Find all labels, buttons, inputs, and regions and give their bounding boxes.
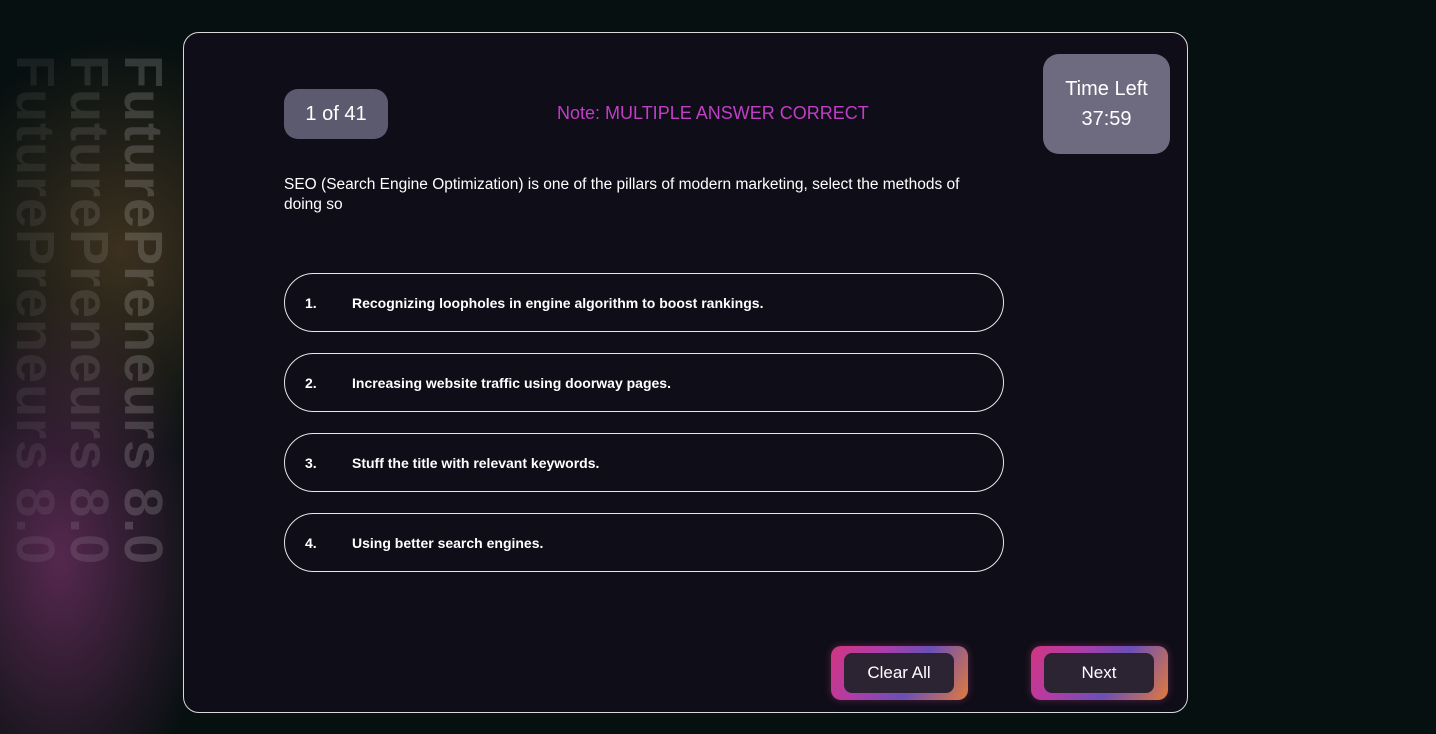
time-left-value: 37:59 xyxy=(1081,108,1132,130)
clear-all-button[interactable]: Clear All xyxy=(831,646,968,700)
option-number: 1. xyxy=(305,294,317,311)
answer-option-1[interactable]: 1. Recognizing loopholes in engine algor… xyxy=(284,273,1004,332)
option-number: 2. xyxy=(305,374,317,391)
answer-option-4[interactable]: 4. Using better search engines. xyxy=(284,513,1004,572)
quiz-card: 1 of 41 Note: MULTIPLE ANSWER CORRECT Ti… xyxy=(183,32,1188,713)
question-text: SEO (Search Engine Optimization) is one … xyxy=(284,176,960,213)
answer-option-2[interactable]: 2. Increasing website traffic using door… xyxy=(284,353,1004,412)
next-button[interactable]: Next xyxy=(1031,646,1168,700)
page-background: FuturePreneurs 8.0 FuturePreneurs 8.0 Fu… xyxy=(0,0,1436,734)
option-text: Increasing website traffic using doorway… xyxy=(352,374,671,391)
question-counter: 1 of 41 xyxy=(284,89,388,139)
watermark-text: FuturePreneurs 8.0 xyxy=(113,55,173,566)
watermark-text: FuturePreneurs 8.0 xyxy=(5,55,65,566)
time-left-panel: Time Left 37:59 xyxy=(1043,54,1170,154)
option-text: Stuff the title with relevant keywords. xyxy=(352,454,600,471)
option-text: Using better search engines. xyxy=(352,534,544,551)
option-text: Recognizing loopholes in engine algorith… xyxy=(352,294,764,311)
option-number: 4. xyxy=(305,534,317,551)
clear-all-label: Clear All xyxy=(844,653,954,693)
watermark-text: FuturePreneurs 8.0 xyxy=(59,55,119,566)
option-number: 3. xyxy=(305,454,317,471)
time-left-label: Time Left xyxy=(1065,78,1148,100)
answer-option-3[interactable]: 3. Stuff the title with relevant keyword… xyxy=(284,433,1004,492)
answer-type-note: Note: MULTIPLE ANSWER CORRECT xyxy=(557,103,869,123)
brand-watermark: FuturePreneurs 8.0 FuturePreneurs 8.0 Fu… xyxy=(0,55,180,715)
next-label: Next xyxy=(1044,653,1154,693)
